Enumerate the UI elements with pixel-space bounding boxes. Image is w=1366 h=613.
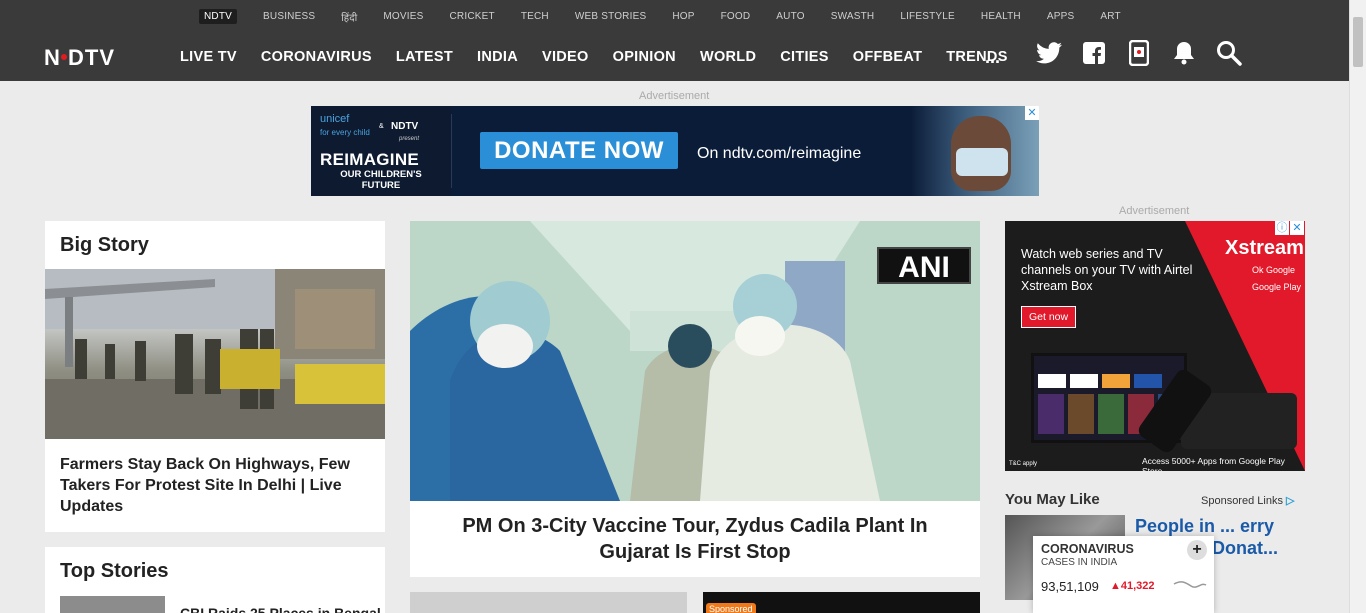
header-icons (1036, 40, 1261, 66)
nav-live-tv[interactable]: LIVE TV (180, 49, 237, 65)
get-now-button[interactable]: Get now (1021, 306, 1077, 328)
ad-reimagine-text: REIMAGINE (320, 150, 420, 169)
ani-watermark-badge: ANI (877, 247, 971, 284)
reimagine-ad-banner[interactable]: unicef for every child & NDTV present RE… (311, 106, 1039, 196)
coronavirus-cases-widget[interactable]: CORONAVIRUS CASES IN INDIA + 93,51,109 ▲… (1033, 536, 1214, 613)
trend-sparkline-icon (1173, 581, 1207, 588)
sponsored-tag: Sponsored (706, 603, 756, 613)
main-nav: LIVE TV CORONAVIRUS LATEST INDIA VIDEO O… (180, 49, 1032, 65)
topnav-swasth[interactable]: SWASTH (831, 11, 875, 22)
story-thumbnail[interactable] (410, 592, 687, 613)
topnav-art[interactable]: ART (1100, 11, 1120, 22)
corona-new-cases: ▲41,322 (1110, 580, 1155, 592)
ndtv-logo-mark: N DTV (44, 45, 115, 70)
ad-close-icon[interactable]: ✕ (1290, 221, 1304, 235)
adchoices-icon: ▷ (1286, 495, 1295, 507)
unicef-tagline: for every child (320, 128, 370, 137)
nav-cities[interactable]: CITIES (780, 49, 829, 65)
ok-google-label: Ok Google (1252, 265, 1296, 275)
topnav-ndtv[interactable]: NDTV (199, 9, 238, 24)
corona-widget-title: CORONAVIRUS (1041, 542, 1134, 556)
ad-url-text: On ndtv.com/reimagine (697, 145, 862, 162)
ad-child-mask (956, 148, 1008, 176)
xstream-logo: Xstream (1225, 237, 1304, 259)
svg-text:DTV: DTV (68, 46, 115, 68)
you-may-like-title: You May Like (1005, 491, 1100, 508)
svg-text:N: N (44, 46, 61, 68)
sponsored-links-text: Sponsored Links (1201, 495, 1283, 507)
big-story-image[interactable] (45, 269, 385, 439)
topnav-tech[interactable]: TECH (521, 11, 549, 22)
advertisement-label: Advertisement (639, 90, 710, 102)
google-play-label: Google Play (1252, 282, 1302, 292)
nav-india[interactable]: INDIA (477, 49, 518, 65)
nav-video[interactable]: VIDEO (542, 49, 589, 65)
ad-access-text: Access 5000+ Apps from Google Play Store (1142, 456, 1285, 471)
ndtv-logo[interactable]: N DTV (44, 45, 144, 74)
ad-divider (451, 114, 452, 188)
sponsored-links-label[interactable]: Sponsored Links ▷ (1201, 494, 1294, 507)
topnav-hop[interactable]: HOP (672, 11, 694, 22)
hero-story-card: ANI PM On 3-City Vaccine Tour, Zydus Cad… (410, 221, 980, 577)
ad-our-children-text: OUR CHILDREN'S FUTURE (340, 169, 422, 191)
hero-story-image[interactable]: ANI (410, 221, 980, 501)
unicef-logo: unicef (320, 113, 350, 125)
corona-widget-subtitle: CASES IN INDIA (1041, 557, 1118, 568)
topnav-lifestyle[interactable]: LIFESTYLE (900, 11, 955, 22)
topnav-movies[interactable]: MOVIES (383, 11, 423, 22)
nav-coronavirus[interactable]: CORONAVIRUS (261, 49, 372, 65)
ad-close-icon[interactable]: ✕ (1025, 106, 1039, 120)
top-stories-title: Top Stories (60, 560, 169, 582)
nav-world[interactable]: WORLD (700, 49, 756, 65)
big-story-card: Big Story Farmers Stay Back On Highways,… (45, 221, 385, 532)
ad-ampersand: & (379, 123, 384, 130)
more-menu-button[interactable]: ... (985, 47, 1000, 68)
big-story-headline[interactable]: Farmers Stay Back On Highways, Few Taker… (60, 454, 360, 517)
ad-info-icon[interactable]: ⓘ (1275, 221, 1289, 235)
site-header: NDTV BUSINESS हिंदी MOVIES CRICKET TECH … (0, 0, 1366, 81)
corona-delta-value: 41,322 (1120, 580, 1155, 592)
mobile-app-icon[interactable] (1126, 40, 1152, 66)
topnav-apps[interactable]: APPS (1047, 11, 1074, 22)
facebook-icon[interactable] (1081, 40, 1107, 66)
advertisement-label: Advertisement (1119, 205, 1190, 217)
top-network-nav: NDTV BUSINESS हिंदी MOVIES CRICKET TECH … (199, 9, 1147, 24)
topnav-health[interactable]: HEALTH (981, 11, 1021, 22)
airtel-xstream-ad[interactable]: Watch web series and TV channels on your… (1005, 221, 1305, 471)
topnav-auto[interactable]: AUTO (776, 11, 804, 22)
bell-icon[interactable] (1171, 40, 1197, 66)
topnav-hindi[interactable]: हिंदी (341, 10, 357, 24)
big-story-title: Big Story (60, 234, 149, 256)
expand-widget-button[interactable]: + (1187, 540, 1207, 560)
topnav-cricket[interactable]: CRICKET (450, 11, 495, 22)
hero-story-headline[interactable]: PM On 3-City Vaccine Tour, Zydus Cadila … (430, 513, 960, 565)
nav-offbeat[interactable]: OFFBEAT (853, 49, 923, 65)
twitter-icon[interactable] (1036, 40, 1062, 66)
top-stories-card: Top Stories CBI Raids 25 Places in Benga… (45, 547, 385, 613)
corona-total-cases: 93,51,109 (1041, 579, 1099, 594)
ad-present-text: present (399, 136, 420, 142)
topnav-business[interactable]: BUSINESS (263, 11, 315, 22)
nav-opinion[interactable]: OPINION (613, 49, 676, 65)
up-arrow-icon: ▲ (1110, 580, 1121, 592)
page-scrollbar[interactable] (1349, 0, 1366, 613)
topnav-food[interactable]: FOOD (721, 11, 751, 22)
search-icon[interactable] (1216, 40, 1242, 66)
topnav-web-stories[interactable]: WEB STORIES (575, 11, 646, 22)
scrollbar-thumb[interactable] (1353, 17, 1363, 67)
top-story-thumbnail[interactable] (60, 596, 165, 613)
ad-tc-text: T&C apply (1009, 461, 1038, 467)
ad-watch-text: Watch web series and TV channels on your… (1021, 247, 1193, 293)
top-story-headline[interactable]: CBI Raids 25 Places in Bengal (180, 605, 381, 613)
nav-latest[interactable]: LATEST (396, 49, 453, 65)
donate-now-button[interactable]: DONATE NOW (480, 132, 678, 169)
ad-ndtv-logo: NDTV (391, 121, 419, 132)
